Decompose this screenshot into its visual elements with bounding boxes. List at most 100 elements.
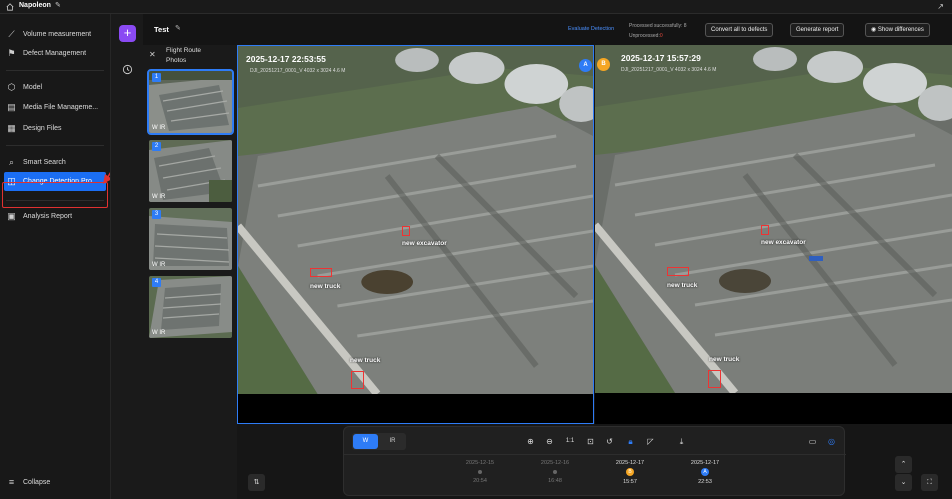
zoom-ratio-button[interactable]: 1:1	[563, 436, 577, 447]
sidebar-item-model[interactable]: ⬡ Model	[6, 79, 106, 95]
status-unprocessed-count: 0	[659, 33, 663, 39]
detection-box[interactable]	[708, 370, 721, 388]
timeline-marker-a: A	[701, 468, 709, 476]
project-name[interactable]: Napoleon	[19, 2, 51, 9]
timeline-date: 2025-12-17	[690, 460, 720, 466]
compare-panel-b[interactable]: 2025-12-17 15:57:29 DJI_20251217_0001_V …	[595, 45, 952, 424]
evaluate-detection-link[interactable]: Evaluate Detection	[568, 26, 614, 32]
timeline-marker-b: B	[626, 468, 634, 476]
file-icon: ▦	[7, 122, 16, 133]
download-icon[interactable]: ⤓	[676, 436, 687, 447]
timeline-date: 2025-12-15	[465, 460, 495, 466]
thumbnail-mode: W IR	[152, 262, 166, 268]
photo-meta: DJI_20251217_0001_V 4032 x 3024 4.6 M	[621, 67, 717, 73]
panel-badge-b: B	[597, 58, 610, 71]
thumbnail-mode: W IR	[152, 194, 166, 200]
timeline-item-a[interactable]: 2025-12-17 A 22:53	[680, 460, 730, 485]
sidebar-item-analysis-report[interactable]: ▣ Analysis Report	[6, 208, 106, 224]
spectrum-w-button[interactable]: W	[353, 434, 378, 449]
photos-title: Flight Route Photos	[166, 47, 202, 64]
timeline-item[interactable]: 2025-12-16 16:48	[530, 460, 580, 484]
add-button[interactable]: +	[119, 25, 136, 42]
sidebar-item-defect-management[interactable]: ⚑ Defect Management	[6, 45, 106, 61]
flag-icon: ⚑	[7, 47, 16, 58]
show-differences-label: Show differences	[877, 27, 924, 33]
photo-thumbnail[interactable]: 4 W IR	[149, 276, 232, 338]
sidebar-item-design-files[interactable]: ▦ Design Files	[6, 120, 106, 136]
sidebar-item-label: Model	[23, 83, 43, 91]
collapse-label: Collapse	[23, 478, 51, 486]
photo-thumbnail[interactable]: 2 W IR	[149, 140, 232, 202]
fullscreen-icon[interactable]: ⛶	[921, 474, 938, 491]
compare-panel-a[interactable]: 2025-12-17 22:53:55 DJI_20251217_0001_V …	[237, 45, 594, 424]
scroll-up-icon[interactable]: ⌃	[895, 456, 912, 473]
timeline-time: 20:54	[473, 478, 487, 484]
processing-status: Processed successfully: 8 Unprocessed:0	[629, 21, 687, 41]
timeline-time: 15:57	[623, 479, 637, 485]
sidebar-item-media-file-management[interactable]: ▤ Media File Manageme...	[6, 99, 106, 115]
location-icon[interactable]: ◎	[826, 436, 837, 447]
media-icon: ▤	[7, 101, 16, 112]
thumbnail-image	[149, 140, 232, 202]
top-bar: Napoleon ✎ ↗	[0, 0, 952, 14]
photo-thumbnail[interactable]: 3 W IR	[149, 208, 232, 270]
spectrum-ir-button[interactable]: IR	[380, 434, 405, 449]
sidebar-divider	[6, 200, 104, 201]
sidebar-item-label: Defect Management	[23, 49, 87, 57]
detection-label: new excavator	[402, 240, 447, 247]
aerial-image-b	[595, 45, 952, 393]
share-icon[interactable]: ↗	[937, 2, 944, 11]
detection-box[interactable]	[351, 371, 364, 389]
collapse-button[interactable]: ≡ Collapse	[6, 474, 106, 490]
timeline-dot	[478, 470, 482, 474]
sidebar-item-label: Design Files	[23, 124, 62, 132]
crop-icon[interactable]: ⊡	[585, 436, 596, 447]
ruler-icon: ⟋	[8, 28, 15, 39]
split-view-icon[interactable]: ⇅	[248, 474, 265, 491]
search-icon: ⌕	[8, 156, 15, 167]
timeline-item[interactable]: 2025-12-15 20:54	[455, 460, 505, 484]
zoom-in-icon[interactable]: ⊕	[525, 436, 536, 447]
thumbnail-number: 4	[152, 278, 161, 287]
menu-icon: ≡	[8, 477, 15, 487]
photo-thumbnail[interactable]: 1 W IR	[147, 69, 234, 135]
detection-label: new truck	[667, 282, 698, 289]
detection-box[interactable]	[402, 226, 410, 236]
scroll-down-icon[interactable]: ⌄	[895, 474, 912, 491]
detection-label: new truck	[310, 283, 341, 290]
history-icon[interactable]	[122, 64, 133, 75]
sidebar-item-volume-measurement[interactable]: ⟋ Volume measurement	[6, 26, 106, 42]
annotate-icon[interactable]: ◸	[645, 436, 656, 447]
detection-box[interactable]	[761, 225, 769, 235]
spectrum-toggle: W IR	[352, 433, 406, 450]
flight-route-photos-panel: ✕ Flight Route Photos 1 W IR 2 W IR 3 W …	[143, 45, 237, 499]
sidebar-divider	[6, 145, 104, 146]
sidebar-item-label: Smart Search	[23, 158, 66, 166]
generate-report-button[interactable]: Generate report	[790, 23, 845, 37]
panel-badge-a: A	[579, 59, 592, 72]
detection-box[interactable]	[667, 267, 689, 276]
edit-pen-icon[interactable]: ✎	[55, 1, 61, 9]
content-header: Test ✎ Evaluate Detection Processed succ…	[143, 14, 952, 45]
timeline-item-b[interactable]: 2025-12-17 B 15:57	[605, 460, 655, 485]
close-icon[interactable]: ✕	[149, 50, 156, 59]
timeline-time: 16:48	[548, 478, 562, 484]
aerial-image-a	[238, 46, 593, 394]
detection-box[interactable]	[310, 268, 332, 277]
eye-icon: ◉	[871, 27, 878, 33]
detection-label: new truck	[350, 357, 381, 364]
sidebar-item-smart-search[interactable]: ⌕ Smart Search	[6, 154, 106, 170]
image-settings-icon[interactable]: ▭	[807, 436, 818, 447]
lock-icon[interactable]: 🔒︎	[625, 436, 636, 447]
convert-all-to-defects-button[interactable]: Convert all to defects	[705, 23, 774, 37]
home-icon[interactable]	[6, 3, 14, 11]
show-differences-button[interactable]: ◉ Show differences	[865, 23, 930, 37]
photo-meta: DJI_20251217_0001_V 4032 x 3024 4.6 M	[250, 68, 346, 74]
edit-pen-icon[interactable]: ✎	[175, 24, 181, 32]
thumbnail-number: 1	[152, 73, 161, 82]
sidebar: ⟋ Volume measurement ⚑ Defect Management…	[0, 14, 128, 499]
sidebar-item-label: Volume measurement	[23, 30, 92, 38]
cube-icon: ⬡	[7, 81, 16, 92]
rotate-icon[interactable]: ↺	[604, 436, 615, 447]
zoom-out-icon[interactable]: ⊖	[544, 436, 555, 447]
